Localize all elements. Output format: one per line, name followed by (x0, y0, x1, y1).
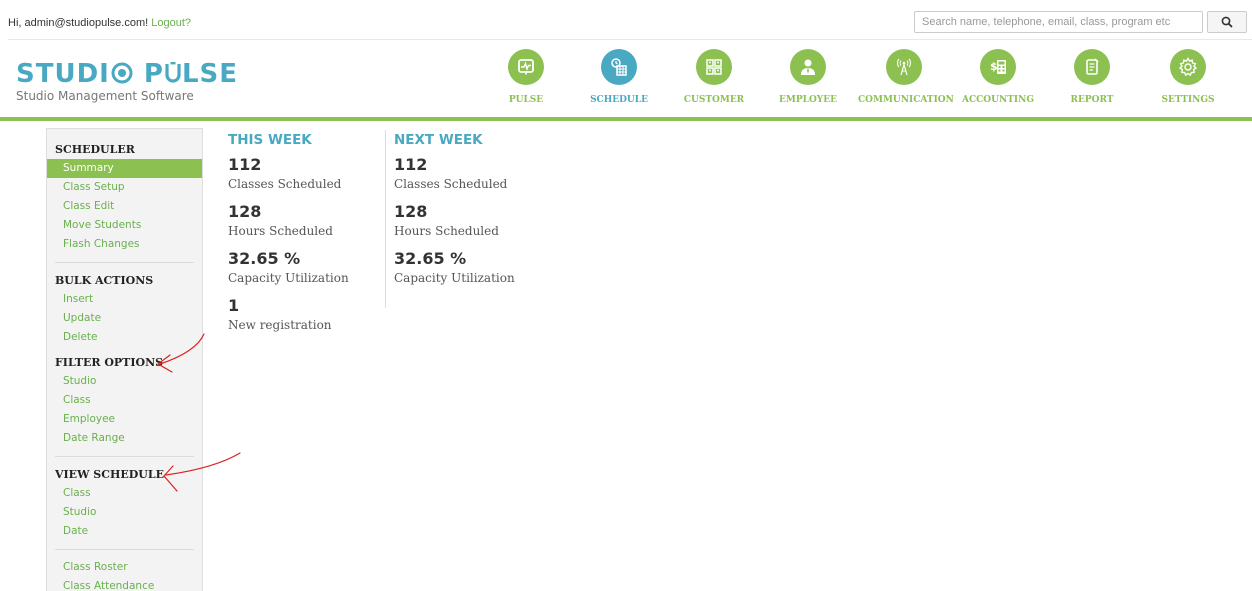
sidebar-item-summary[interactable]: Summary (47, 159, 202, 178)
nav-communication-circle (886, 49, 922, 85)
stat-value: 128 (228, 202, 262, 221)
sidebar-divider (55, 549, 194, 550)
sidebar-heading: SCHEDULER (55, 143, 135, 156)
sidebar-item-date-range[interactable]: Date Range (47, 429, 202, 448)
sidebar-item-view-studio[interactable]: Studio (47, 503, 202, 522)
sidebar-heading: VIEW SCHEDULE (55, 468, 164, 481)
sidebar-item-move-students[interactable]: Move Students (47, 216, 202, 235)
nav-settings[interactable]: SETTINGS (1142, 49, 1234, 105)
report-icon (1086, 58, 1099, 75)
pulse-monitor-icon (518, 59, 534, 75)
greeting: Hi, admin@studiopulse.com! Logout? (8, 17, 191, 29)
antenna-icon (897, 58, 911, 76)
nav-customer-circle (696, 49, 732, 85)
sidebar-section-filter-options: FILTER OPTIONS Studio Class Employee Dat… (47, 353, 202, 448)
sidebar-section-bulk-actions: BULK ACTIONS Insert Update Delete (47, 271, 202, 347)
stat-value: 112 (394, 155, 428, 174)
nav-label: EMPLOYEE (779, 95, 837, 105)
sidebar: SCHEDULER Summary Class Setup Class Edit… (46, 128, 203, 591)
sidebar-item-class-roster[interactable]: Class Roster (47, 558, 202, 577)
search-button[interactable] (1207, 11, 1247, 33)
stat-value: 128 (394, 202, 428, 221)
employee-icon (801, 59, 815, 75)
header: STUDI P LSE Studio Management Software PU… (0, 41, 1252, 121)
nav-label: PULSE (508, 95, 544, 105)
sidebar-item-delete[interactable]: Delete (47, 328, 202, 347)
logout-link[interactable]: Logout? (151, 17, 191, 29)
sidebar-item-class-attendance[interactable]: Class Attendance (47, 577, 202, 591)
svg-text:$: $ (990, 60, 998, 73)
this-week-title: THIS WEEK (228, 132, 312, 148)
nav-schedule-circle (601, 49, 637, 85)
calculator-icon: $ (990, 60, 1006, 74)
calendar-clock-icon (611, 58, 627, 76)
nav-employee-circle (790, 49, 826, 85)
nav-customer[interactable]: CUSTOMER (668, 49, 760, 105)
stat-classes-scheduled: 112 Classes Scheduled (394, 155, 545, 193)
stat-label: Capacity Utilization (228, 271, 349, 285)
nav-pulse-circle (508, 49, 544, 85)
nav-accounting[interactable]: $ ACCOUNTING (952, 49, 1044, 105)
sidebar-item-studio[interactable]: Studio (47, 372, 202, 391)
sidebar-item-insert[interactable]: Insert (47, 290, 202, 309)
nav-schedule[interactable]: SCHEDULE (573, 49, 665, 105)
sidebar-section-view-schedule: VIEW SCHEDULE Class Studio Date (47, 465, 202, 541)
nav-employee[interactable]: EMPLOYEE (762, 49, 854, 105)
stat-hours-scheduled: 128 Hours Scheduled (228, 202, 378, 240)
nav-label: CUSTOMER (683, 95, 745, 105)
next-week-title: NEXT WEEK (394, 132, 483, 148)
stat-label: Classes Scheduled (228, 177, 342, 191)
stat-value: 32.65 % (394, 249, 467, 268)
sidebar-item-view-class[interactable]: Class (47, 484, 202, 503)
stat-classes-scheduled: 112 Classes Scheduled (228, 155, 378, 193)
sidebar-section-scheduler: SCHEDULER Summary Class Setup Class Edit… (47, 140, 202, 254)
greeting-text: Hi, admin@studiopulse.com! (8, 17, 149, 29)
stat-label: New registration (228, 318, 332, 332)
nav-report[interactable]: REPORT (1046, 49, 1138, 105)
gear-icon (1178, 57, 1198, 77)
sidebar-item-view-date[interactable]: Date (47, 522, 202, 541)
stat-value: 1 (228, 296, 240, 315)
this-week-panel: THIS WEEK 112 Classes Scheduled 128 Hour… (228, 130, 378, 334)
sidebar-divider (55, 262, 194, 263)
sidebar-divider (55, 456, 194, 457)
top-bar: Hi, admin@studiopulse.com! Logout? (8, 10, 1252, 40)
sidebar-item-employee[interactable]: Employee (47, 410, 202, 429)
nav-label: SCHEDULE (590, 95, 648, 105)
sidebar-item-flash-changes[interactable]: Flash Changes (47, 235, 202, 254)
sidebar-item-class-edit[interactable]: Class Edit (47, 197, 202, 216)
sidebar-item-class[interactable]: Class (47, 391, 202, 410)
search-icon (1221, 16, 1233, 28)
stat-label: Classes Scheduled (394, 177, 508, 191)
nav-report-circle (1074, 49, 1110, 85)
next-week-panel: NEXT WEEK 112 Classes Scheduled 128 Hour… (385, 130, 545, 308)
sidebar-item-update[interactable]: Update (47, 309, 202, 328)
nav-label: COMMUNICATION (858, 95, 954, 105)
nav-label: REPORT (1070, 95, 1114, 105)
nav-pulse[interactable]: PULSE (480, 49, 572, 105)
main-nav: PULSE SCHEDULE CUSTOMER EMPLOYEE COMMUNI… (0, 49, 1252, 115)
nav-settings-circle (1170, 49, 1206, 85)
nav-communication[interactable]: COMMUNICATION (858, 49, 954, 105)
nav-accounting-circle: $ (980, 49, 1016, 85)
nav-label: ACCOUNTING (961, 95, 1035, 105)
sidebar-heading: BULK ACTIONS (55, 274, 154, 287)
stat-new-registration: 1 New registration (228, 296, 378, 334)
stat-label: Capacity Utilization (394, 271, 515, 285)
stat-capacity-utilization: 32.65 % Capacity Utilization (228, 249, 378, 287)
sidebar-heading: FILTER OPTIONS (55, 356, 164, 369)
nav-label: SETTINGS (1161, 95, 1215, 105)
sidebar-item-class-setup[interactable]: Class Setup (47, 178, 202, 197)
stat-label: Hours Scheduled (394, 224, 499, 238)
stat-hours-scheduled: 128 Hours Scheduled (394, 202, 545, 240)
search-input[interactable] (914, 11, 1203, 33)
customer-grid-icon (706, 59, 722, 75)
stat-value: 32.65 % (228, 249, 301, 268)
sidebar-section-roster: Class Roster Class Attendance (47, 558, 202, 591)
stat-capacity-utilization: 32.65 % Capacity Utilization (394, 249, 545, 287)
stat-label: Hours Scheduled (228, 224, 333, 238)
stat-value: 112 (228, 155, 262, 174)
